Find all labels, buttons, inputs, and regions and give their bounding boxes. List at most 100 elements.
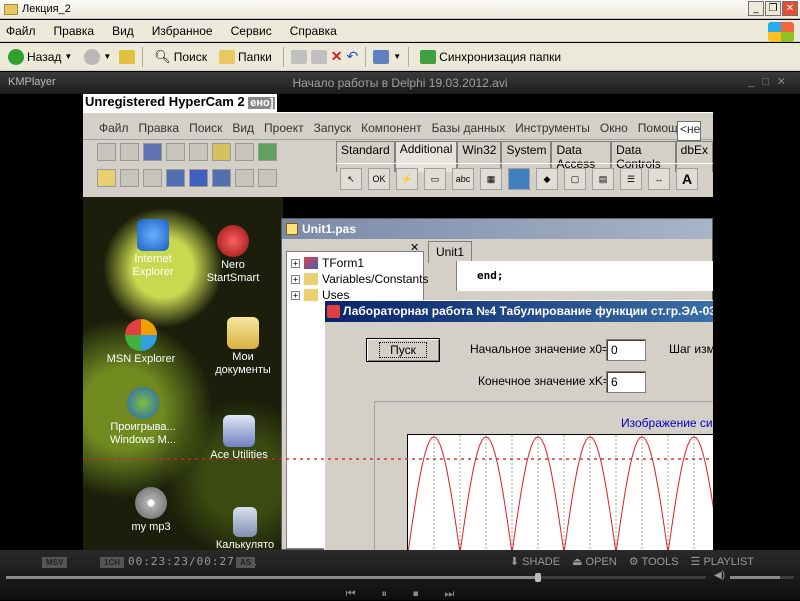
undo-icon[interactable]: ↶: [347, 48, 359, 65]
kmplayer-minimize-button[interactable]: _: [748, 76, 762, 88]
seek-bar-fill: [6, 576, 538, 579]
volume-slider[interactable]: [730, 576, 794, 579]
forward-button[interactable]: ▼: [80, 48, 115, 65]
menu-help[interactable]: Справка: [290, 24, 337, 38]
start-button: Пуск: [366, 338, 440, 362]
copy-to-icon[interactable]: [310, 49, 327, 64]
desktop-icon-my-mp3: my mp3: [111, 487, 191, 534]
close-button[interactable]: ✕: [782, 1, 798, 16]
add-to-project-icon: [212, 143, 231, 161]
kmplayer-controlbar: MSV 1CH 00:23:23/00:27:11 AS ⬇ SHADE ⏏ O…: [0, 550, 800, 600]
sync-folder-button[interactable]: Синхронизация папки: [416, 49, 565, 64]
back-button[interactable]: Назад ▼: [4, 48, 76, 65]
folders-label: Папки: [238, 49, 272, 64]
delete-icon[interactable]: ✕: [331, 48, 343, 65]
cd-icon: [135, 487, 167, 519]
drawgrid-icon: ▦: [480, 167, 502, 190]
run-icon: [189, 169, 208, 187]
forward-arrow-icon: [84, 48, 101, 65]
move-to-icon[interactable]: [290, 49, 307, 64]
menu-file[interactable]: Файл: [6, 24, 36, 38]
video-letterbox: [713, 94, 800, 550]
calculator-icon: [233, 507, 257, 537]
delphi-menu-project: Проект: [264, 120, 304, 135]
lab-title: Лабораторная работа №4 Табулирование фун…: [343, 304, 713, 318]
checklistbox-icon: ☰: [620, 167, 642, 190]
search-icon: 🔍︎: [154, 48, 171, 64]
desktop-icon-label: Мои документы: [215, 351, 271, 376]
search-label: Поиск: [173, 49, 208, 64]
tab-unit1: Unit1: [428, 241, 472, 263]
playlist-button[interactable]: ☰ PLAYLIST: [691, 555, 754, 568]
shade-button[interactable]: ⬇ SHADE: [510, 555, 560, 568]
video-desktop: Internet Explorer Nero StartSmart MSN Ex…: [83, 197, 283, 551]
class-icon: [304, 257, 318, 269]
minimize-button[interactable]: _: [748, 1, 764, 16]
kmplayer-titlebar: KMPlayer Начало работы в Delphi 19.03.20…: [0, 72, 800, 94]
delphi-app-icon: [327, 305, 340, 318]
tree-label: Variables/Constants: [322, 272, 429, 286]
video-file-title: Начало работы в Delphi 19.03.2012.avi: [292, 76, 508, 90]
chevron-down-icon: ▼: [64, 52, 73, 61]
shade-icon: ⬇: [509, 556, 523, 568]
hypercam-tail: ено]: [248, 97, 276, 109]
delphi-toolbar-row2: [97, 169, 277, 187]
delphi-ide: Файл Правка Поиск Вид Проект Запуск Комп…: [83, 112, 713, 197]
tools-label: TOOLS: [641, 556, 679, 568]
media-player-icon: [127, 387, 159, 419]
seek-bar[interactable]: [6, 573, 706, 582]
x0-input: 0: [606, 339, 646, 361]
desktop-icon-msn: MSN Explorer: [101, 319, 181, 366]
previous-icon[interactable]: ⏮: [346, 587, 356, 601]
ie-icon: [137, 219, 169, 251]
sync-label: Синхронизация папки: [439, 49, 562, 64]
delphi-menu-component: Компонент: [361, 120, 422, 135]
remove-from-project-icon: [235, 143, 254, 161]
search-button[interactable]: 🔍︎ Поиск: [150, 49, 211, 65]
kmplayer-menu-buttons: ⬇ SHADE ⏏ OPEN ⚙ TOOLS ☰ PLAYLIST: [510, 555, 754, 568]
format-chip: MSV: [42, 557, 68, 568]
tools-button[interactable]: ⚙ TOOLS: [629, 555, 679, 568]
kmplayer-window-controls: _□✕: [748, 75, 794, 88]
up-folder-icon[interactable]: [119, 49, 136, 64]
menu-edit[interactable]: Правка: [54, 24, 95, 38]
start-button-label: Пуск: [379, 342, 427, 358]
nero-icon: [217, 225, 249, 257]
maximize-button[interactable]: ❐: [765, 1, 781, 16]
delphi-menu-file: Файл: [99, 120, 129, 135]
next-icon[interactable]: ⏭: [445, 587, 455, 601]
toolbar-separator: [408, 46, 410, 67]
delphi-toolbar-row1: [97, 143, 277, 161]
explorer-window-controls: _ ❐ ✕: [748, 1, 798, 16]
shape-icon: ◆: [536, 167, 558, 190]
stop-icon[interactable]: ⏹: [413, 587, 419, 601]
explorer-title: Лекция_2: [22, 3, 71, 15]
folders-button[interactable]: Папки: [215, 49, 276, 64]
views-icon[interactable]: [373, 49, 390, 64]
subtitle-chip: AS: [236, 557, 256, 568]
kmplayer-close-button[interactable]: ✕: [777, 76, 794, 88]
seek-handle[interactable]: [535, 573, 541, 582]
windows-logo-icon: [768, 22, 794, 42]
desktop-icon-ace-utilities: Ace Utilities: [199, 415, 279, 462]
desktop-icon-internet-explorer: Internet Explorer: [113, 219, 193, 279]
delphi-menu-run: Запуск: [313, 120, 352, 135]
delphi-menu-search: Поиск: [189, 120, 223, 135]
unit1-title: Unit1.pas: [302, 222, 357, 236]
volume-icon[interactable]: ◀): [714, 570, 725, 581]
sine-plot-svg: [408, 435, 715, 552]
menu-tools[interactable]: Сервис: [231, 24, 272, 38]
new-form-icon: [166, 169, 185, 187]
splitter-icon: ↔: [648, 167, 670, 190]
toolbar-separator: [365, 46, 367, 67]
pause-icon: [212, 169, 231, 187]
code-editor: end;: [456, 261, 714, 291]
kmplayer-maximize-button[interactable]: □: [762, 76, 777, 88]
xk-input: 6: [606, 371, 646, 393]
open-button[interactable]: ⏏ OPEN: [572, 555, 617, 568]
pause-icon[interactable]: ⏸: [382, 587, 388, 601]
toolbar-separator: [282, 46, 284, 67]
menu-favorites[interactable]: Избранное: [152, 24, 213, 38]
bitbtn-icon: OK: [368, 167, 390, 190]
menu-view[interactable]: Вид: [112, 24, 134, 38]
